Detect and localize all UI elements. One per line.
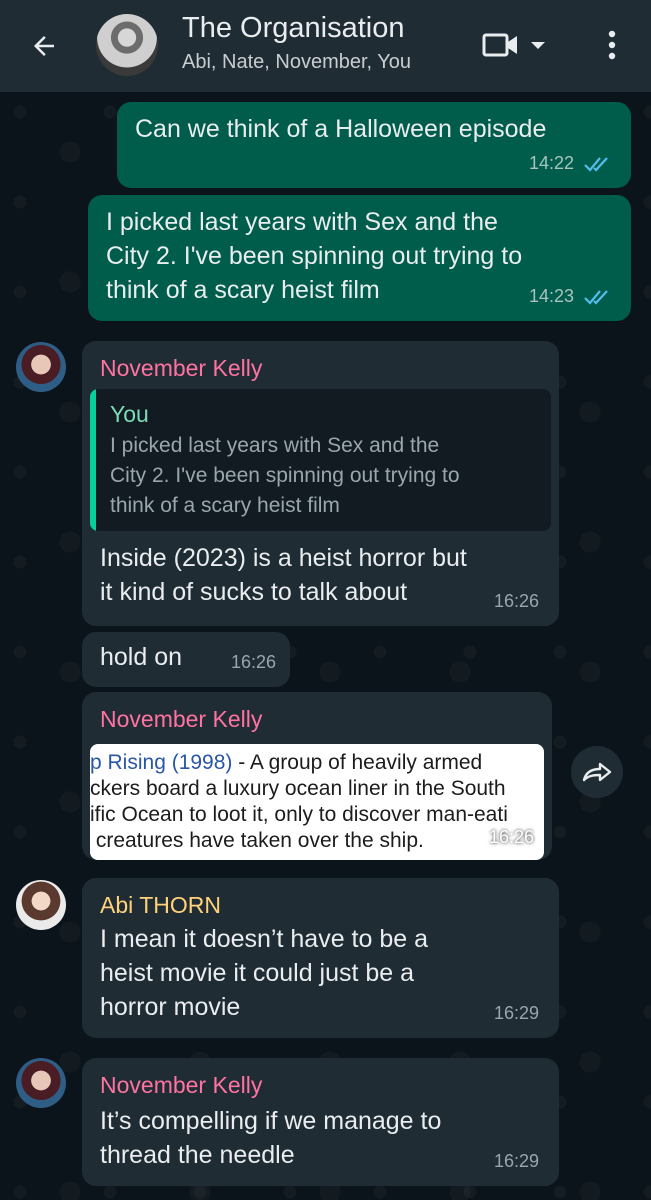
image-line-2: ckers board a luxury ocean liner in the …	[90, 777, 506, 800]
avatar-november-kelly[interactable]	[16, 342, 66, 392]
image-title: p Rising (1998)	[90, 751, 233, 774]
image-line-4: creatures have taken over the ship.	[90, 829, 424, 852]
image-caption-text: p Rising (1998) - A group of heavily arm…	[90, 750, 544, 854]
dropdown-caret-icon	[531, 42, 545, 49]
message-text: Can we think of a Halloween episode	[135, 115, 547, 143]
video-call-button[interactable]	[474, 24, 554, 66]
message-time: 14:22	[529, 146, 611, 180]
image-line-1: - A group of heavily armed	[232, 751, 483, 774]
chat-title[interactable]: The Organisation	[182, 12, 404, 45]
message-timestamp: 16:29	[493, 1003, 539, 1023]
sender-name[interactable]: Abi THORN	[100, 888, 221, 922]
message-bubble-incoming[interactable]: November Kelly p Rising (1998) - A group…	[82, 692, 552, 860]
quote-author: You	[110, 401, 149, 427]
back-arrow-icon	[34, 36, 54, 56]
message-timestamp: 16:26	[488, 827, 534, 847]
read-ticks-icon	[584, 157, 608, 172]
avatar-november-kelly[interactable]	[16, 1058, 66, 1108]
message-bubble-outgoing[interactable]: I picked last years with Sex and the Cit…	[88, 195, 631, 321]
message-bubble-incoming[interactable]: Abi THORN I mean it doesn’t have to be a…	[82, 878, 559, 1038]
more-options-button[interactable]	[590, 24, 634, 66]
quote-text: I picked last years with Sex and the Cit…	[110, 434, 460, 517]
sender-name[interactable]: November Kelly	[100, 702, 262, 736]
message-timestamp: 14:23	[528, 286, 574, 306]
forward-button[interactable]	[571, 746, 623, 798]
quote-accent-bar	[90, 389, 96, 531]
avatar-abi-thorn[interactable]	[16, 880, 66, 930]
image-attachment[interactable]: p Rising (1998) - A group of heavily arm…	[90, 744, 544, 860]
message-text: I mean it doesn’t have to be a heist mov…	[100, 925, 428, 1021]
forward-icon	[582, 762, 612, 782]
message-timestamp: 16:26	[493, 591, 539, 611]
message-timestamp: 14:22	[528, 153, 574, 173]
read-ticks-icon	[584, 290, 608, 305]
message-time: 14:23	[529, 279, 611, 313]
sender-name[interactable]: November Kelly	[100, 1068, 262, 1102]
more-vert-icon	[608, 30, 616, 60]
sender-name[interactable]: November Kelly	[100, 351, 262, 385]
message-text: It’s compelling if we manage to thread t…	[100, 1107, 442, 1169]
image-line-3: ific Ocean to loot it, only to discover …	[90, 803, 508, 826]
group-avatar[interactable]	[96, 14, 158, 76]
chat-members[interactable]: Abi, Nate, November, You	[182, 51, 411, 74]
quoted-message[interactable]: You I picked last years with Sex and the…	[90, 389, 551, 531]
message-timestamp: 16:29	[493, 1151, 539, 1171]
chat-header: The Organisation Abi, Nate, November, Yo…	[0, 0, 651, 92]
message-bubble-incoming[interactable]: November Kelly You I picked last years w…	[82, 341, 559, 626]
message-bubble-incoming[interactable]: November Kelly It’s compelling if we man…	[82, 1058, 559, 1186]
back-button[interactable]	[22, 24, 66, 68]
video-call-icon	[482, 33, 517, 57]
message-bubble-outgoing[interactable]: Can we think of a Halloween episode 14:2…	[117, 102, 631, 188]
message-bubble-incoming[interactable]: hold on 16:26	[82, 632, 290, 687]
message-timestamp: 16:26	[230, 652, 276, 672]
message-text: Inside (2023) is a heist horror but it k…	[100, 544, 467, 606]
